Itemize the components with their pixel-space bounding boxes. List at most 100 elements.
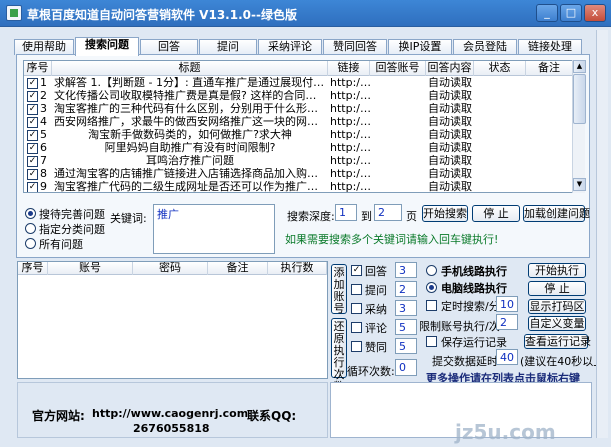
tab-accept-comment[interactable]: 采纳评论: [258, 39, 322, 55]
tab-ask[interactable]: 提问: [199, 39, 257, 55]
task-count-input[interactable]: 3: [395, 262, 417, 278]
radio-category-questions[interactable]: [25, 223, 36, 234]
col-index[interactable]: 序号: [24, 61, 52, 76]
col-account-name[interactable]: 账号: [48, 262, 133, 275]
tab-search-questions[interactable]: 搜索问题: [75, 37, 139, 56]
close-button[interactable]: x: [584, 4, 606, 22]
minimize-button[interactable]: _: [536, 4, 558, 22]
table-row[interactable]: ✓ 1 求解答 1.【判断题 - 1分】: 直通车推广是通过展现付… http:/… 自…: [24, 77, 573, 90]
stop-search-button[interactable]: 停 止: [472, 205, 520, 222]
maximize-button[interactable]: □: [560, 4, 582, 22]
table-row[interactable]: ✓ 7 耳鸣治疗推广问题 http:/… 自动读取: [24, 155, 573, 168]
tab-ip-settings[interactable]: 换IP设置: [388, 39, 452, 55]
scroll-up-icon[interactable]: ▲: [573, 60, 586, 73]
table-row[interactable]: ✓ 3 淘宝客推广的三种代码有什么区别，分别用于什么形… http:/… 自动读取: [24, 103, 573, 116]
scroll-thumb[interactable]: [573, 74, 586, 124]
qq-number: 2676055818: [133, 422, 210, 435]
cell-account: [372, 103, 426, 116]
cell-content: 自动读取: [428, 181, 472, 193]
load-questions-button[interactable]: 加载创建问题: [523, 205, 590, 222]
task-checkbox[interactable]: [351, 284, 362, 295]
table-row[interactable]: ✓ 6 阿里妈妈自助推广有没有时间限制? http:/… 自动读取: [24, 142, 573, 155]
task-checkbox[interactable]: ✓: [351, 265, 362, 276]
table-row[interactable]: ✓ 9 淘宝客推广代码的二级生成网址是否还可以作为推广… http:/… 自动读取: [24, 181, 573, 193]
tab-link-processing[interactable]: 链接处理: [518, 39, 582, 55]
cell-link: http:/…: [330, 142, 370, 154]
task-label: 赞同: [365, 341, 387, 354]
col-note[interactable]: 备注: [526, 61, 573, 76]
mobile-route-label: 手机线路执行: [441, 265, 507, 278]
col-content[interactable]: 回答内容: [426, 61, 474, 76]
row-checkbox[interactable]: ✓: [27, 104, 38, 115]
cell-link: http:/…: [330, 90, 370, 102]
keyword-input[interactable]: 推广: [153, 204, 275, 254]
cell-status: [476, 168, 526, 181]
depth-to-input[interactable]: 2: [374, 204, 402, 221]
task-checkbox[interactable]: [351, 303, 362, 314]
show-captcha-button[interactable]: 显示打码区: [528, 299, 586, 314]
radio-pc-route[interactable]: [426, 282, 437, 293]
row-checkbox[interactable]: ✓: [27, 143, 38, 154]
limit-input[interactable]: 2: [496, 314, 518, 330]
table-row[interactable]: ✓ 5 淘宝新手做数码类的，如何做推广?求大神 http:/… 自动读取: [24, 129, 573, 142]
loop-input[interactable]: 0: [395, 359, 417, 376]
table-row[interactable]: ✓ 4 西安网络推广，求最牛的做西安网络推广这一块的网… http:/… 自动读取: [24, 116, 573, 129]
cell-content: 自动读取: [428, 90, 472, 102]
col-title[interactable]: 标题: [52, 61, 328, 76]
results-table[interactable]: 序号 标题 链接 回答账号 回答内容 状态 备注 ✓ 1 求解答 1.【判断题 - …: [23, 60, 585, 193]
col-account-note[interactable]: 备注: [208, 262, 268, 275]
restore-count-button[interactable]: 还原执行次数: [331, 318, 347, 393]
delay-input[interactable]: 40: [496, 349, 518, 365]
website-link[interactable]: http://www.caogenrj.com: [92, 407, 248, 420]
cell-account: [372, 155, 426, 168]
stop-execute-button[interactable]: 停 止: [528, 281, 586, 296]
timed-search-checkbox[interactable]: [426, 300, 437, 311]
task-count-input[interactable]: 2: [395, 281, 417, 297]
radio-pending-questions[interactable]: [25, 208, 36, 219]
task-count-input[interactable]: 5: [395, 319, 417, 335]
radio-mobile-route[interactable]: [426, 265, 437, 276]
scroll-down-icon[interactable]: ▼: [573, 178, 586, 191]
depth-from-input[interactable]: 1: [335, 204, 357, 221]
row-checkbox[interactable]: ✓: [27, 91, 38, 102]
timed-search-input[interactable]: 10: [496, 296, 518, 312]
col-exec-count[interactable]: 执行数: [268, 262, 327, 275]
watermark: jz5u.com: [455, 420, 556, 444]
start-search-button[interactable]: 开始搜索: [422, 205, 468, 222]
row-checkbox[interactable]: ✓: [27, 117, 38, 128]
row-checkbox[interactable]: ✓: [27, 169, 38, 180]
view-log-button[interactable]: 查看运行记录: [524, 334, 591, 349]
add-account-button[interactable]: 添加账号: [331, 264, 347, 315]
account-table[interactable]: 序号 账号 密码 备注 执行数: [17, 261, 328, 379]
cell-title: 求解答 1.【判断题 - 1分】: 直通车推广是通过展现付…: [54, 77, 325, 89]
window-scrollbar[interactable]: [596, 30, 608, 438]
row-checkbox[interactable]: ✓: [27, 182, 38, 192]
tab-help[interactable]: 使用帮助: [14, 39, 74, 55]
depth-label: 搜索深度:: [287, 210, 335, 223]
col-password[interactable]: 密码: [133, 262, 208, 275]
row-checkbox[interactable]: ✓: [27, 78, 38, 89]
cell-note: [528, 129, 573, 142]
save-log-checkbox[interactable]: [426, 336, 437, 347]
table-row[interactable]: ✓ 2 文化传播公司收取模特推广费是真是假? 这样的合同… http:/… 自动读取: [24, 90, 573, 103]
row-checkbox[interactable]: ✓: [27, 130, 38, 141]
col-account[interactable]: 回答账号: [370, 61, 426, 76]
table-row[interactable]: ✓ 8 通过淘宝客的店铺推广链接进入店铺选择商品加入购… http:/… 自动读取: [24, 168, 573, 181]
task-count-input[interactable]: 3: [395, 300, 417, 316]
radio-all-questions[interactable]: [25, 238, 36, 249]
cell-status: [476, 142, 526, 155]
task-checkbox[interactable]: [351, 341, 362, 352]
col-link[interactable]: 链接: [328, 61, 370, 76]
start-execute-button[interactable]: 开始执行: [528, 263, 586, 278]
tab-member-login[interactable]: 会员登陆: [453, 39, 517, 55]
table-scrollbar[interactable]: ▲ ▼: [572, 60, 586, 193]
tab-like-answer[interactable]: 赞同回答: [323, 39, 387, 55]
depth-unit-label: 页: [406, 210, 417, 223]
col-account-index[interactable]: 序号: [18, 262, 48, 275]
task-checkbox[interactable]: [351, 322, 362, 333]
tab-answer[interactable]: 回答: [140, 39, 198, 55]
col-status[interactable]: 状态: [474, 61, 526, 76]
task-count-input[interactable]: 5: [395, 338, 417, 354]
custom-vars-button[interactable]: 自定义变量: [528, 316, 586, 331]
row-checkbox[interactable]: ✓: [27, 156, 38, 167]
